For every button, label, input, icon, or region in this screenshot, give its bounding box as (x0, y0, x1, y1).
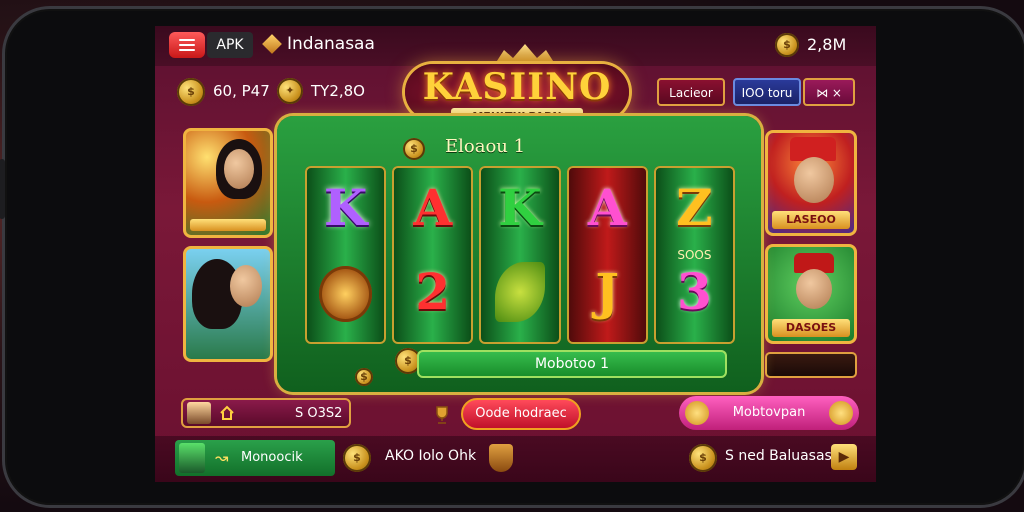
reel-symbol: K (498, 178, 542, 237)
balance-value: 2,8M (807, 35, 847, 54)
gem-icon: ✦ (277, 78, 303, 104)
coin-icon: $ (343, 444, 371, 472)
game-card-left-1[interactable] (183, 128, 273, 238)
player-stat[interactable]: S O3S2 (181, 398, 351, 428)
game-card-right-1[interactable]: LASEOO (765, 130, 857, 236)
gear-icon (685, 401, 709, 425)
reel-5: Z SOOS 3 (653, 166, 736, 344)
character-face (230, 265, 262, 307)
reel-3: K (479, 166, 561, 344)
player-value: S O3S2 (295, 406, 343, 421)
reel-1: K (305, 166, 387, 344)
phone-volume-button (0, 159, 5, 219)
card-label-bar (190, 219, 266, 231)
nav-right-label[interactable]: S ned Baluasas (725, 448, 832, 464)
spin-button[interactable]: Mobotoo 1 (417, 350, 727, 378)
diamond-icon (829, 401, 853, 425)
card-label: LASEOO (772, 211, 850, 229)
coin-icon: $ (177, 78, 205, 106)
order-button[interactable]: Oode hodraec (461, 398, 581, 430)
reel-symbol: A (413, 178, 453, 237)
coin-icon: $ (403, 138, 425, 160)
trophy-icon (436, 406, 448, 424)
reel-symbol: Z (676, 178, 713, 237)
coin-icon: $ (775, 33, 799, 57)
reel-symbol: K (323, 178, 368, 237)
reel-note: SOOS (677, 248, 712, 262)
nav-green-label: Monoocik (241, 450, 303, 465)
reel-symbol: J (595, 262, 620, 321)
reel-4: A J (566, 166, 648, 344)
multi-button-label: Mobtovpan (732, 405, 806, 420)
empty-slot-button[interactable] (765, 352, 857, 378)
stat-value: ΤΥ2,8O (311, 82, 365, 100)
diamond-icon (262, 34, 282, 54)
reel-symbol: 3 (677, 262, 712, 321)
apk-button[interactable]: APK (207, 32, 253, 58)
nav-green-button[interactable]: ↝ Monoocik (175, 440, 335, 476)
close-icon[interactable]: ⋈ × (803, 78, 855, 106)
card-label: DASOES (772, 319, 850, 337)
coin-icon: $ (689, 444, 717, 472)
top-button-2[interactable]: IOO toru (733, 78, 801, 106)
avatar (179, 443, 205, 473)
character-face (794, 157, 834, 203)
top-button-1[interactable]: Lacieor (657, 78, 725, 106)
play-icon[interactable]: ▶ (831, 444, 857, 470)
reel-symbol: A (587, 178, 627, 237)
treasure-chest-icon (319, 266, 373, 322)
brand-name: Indanasaa (287, 34, 375, 54)
coin-icon: $ (355, 368, 373, 386)
win-label: Eloaou 1 (445, 136, 526, 157)
nav-mid-label[interactable]: AKO Iolo Ohk (385, 448, 476, 464)
bottom-bar: ↝ Monoocik $ AKO Iolo Ohk $ S ned Baluas… (155, 436, 876, 482)
shield-icon[interactable] (489, 444, 513, 472)
game-card-left-2[interactable] (183, 246, 273, 362)
character-face (796, 269, 832, 309)
arrow-icon: ↝ (215, 448, 229, 467)
avatar (187, 402, 211, 424)
reel-2: A 2 (392, 166, 474, 344)
stat-value: 60, P47 (213, 82, 270, 100)
character-face (224, 149, 254, 189)
leaf-icon (495, 262, 545, 322)
reels: K A 2 K A J Z SOOS 3 (305, 166, 736, 344)
home-icon (220, 405, 234, 420)
menu-button[interactable] (169, 32, 205, 58)
game-logo-title: KASIINO (422, 66, 612, 108)
reel-symbol: 2 (415, 262, 451, 321)
multi-button[interactable]: Mobtovpan (679, 396, 859, 430)
game-card-right-2[interactable]: DASOES (765, 244, 857, 344)
game-screen: APK Indanasaa $ 2,8M $ 60, P47 ✦ ΤΥ2,8O … (155, 26, 876, 482)
